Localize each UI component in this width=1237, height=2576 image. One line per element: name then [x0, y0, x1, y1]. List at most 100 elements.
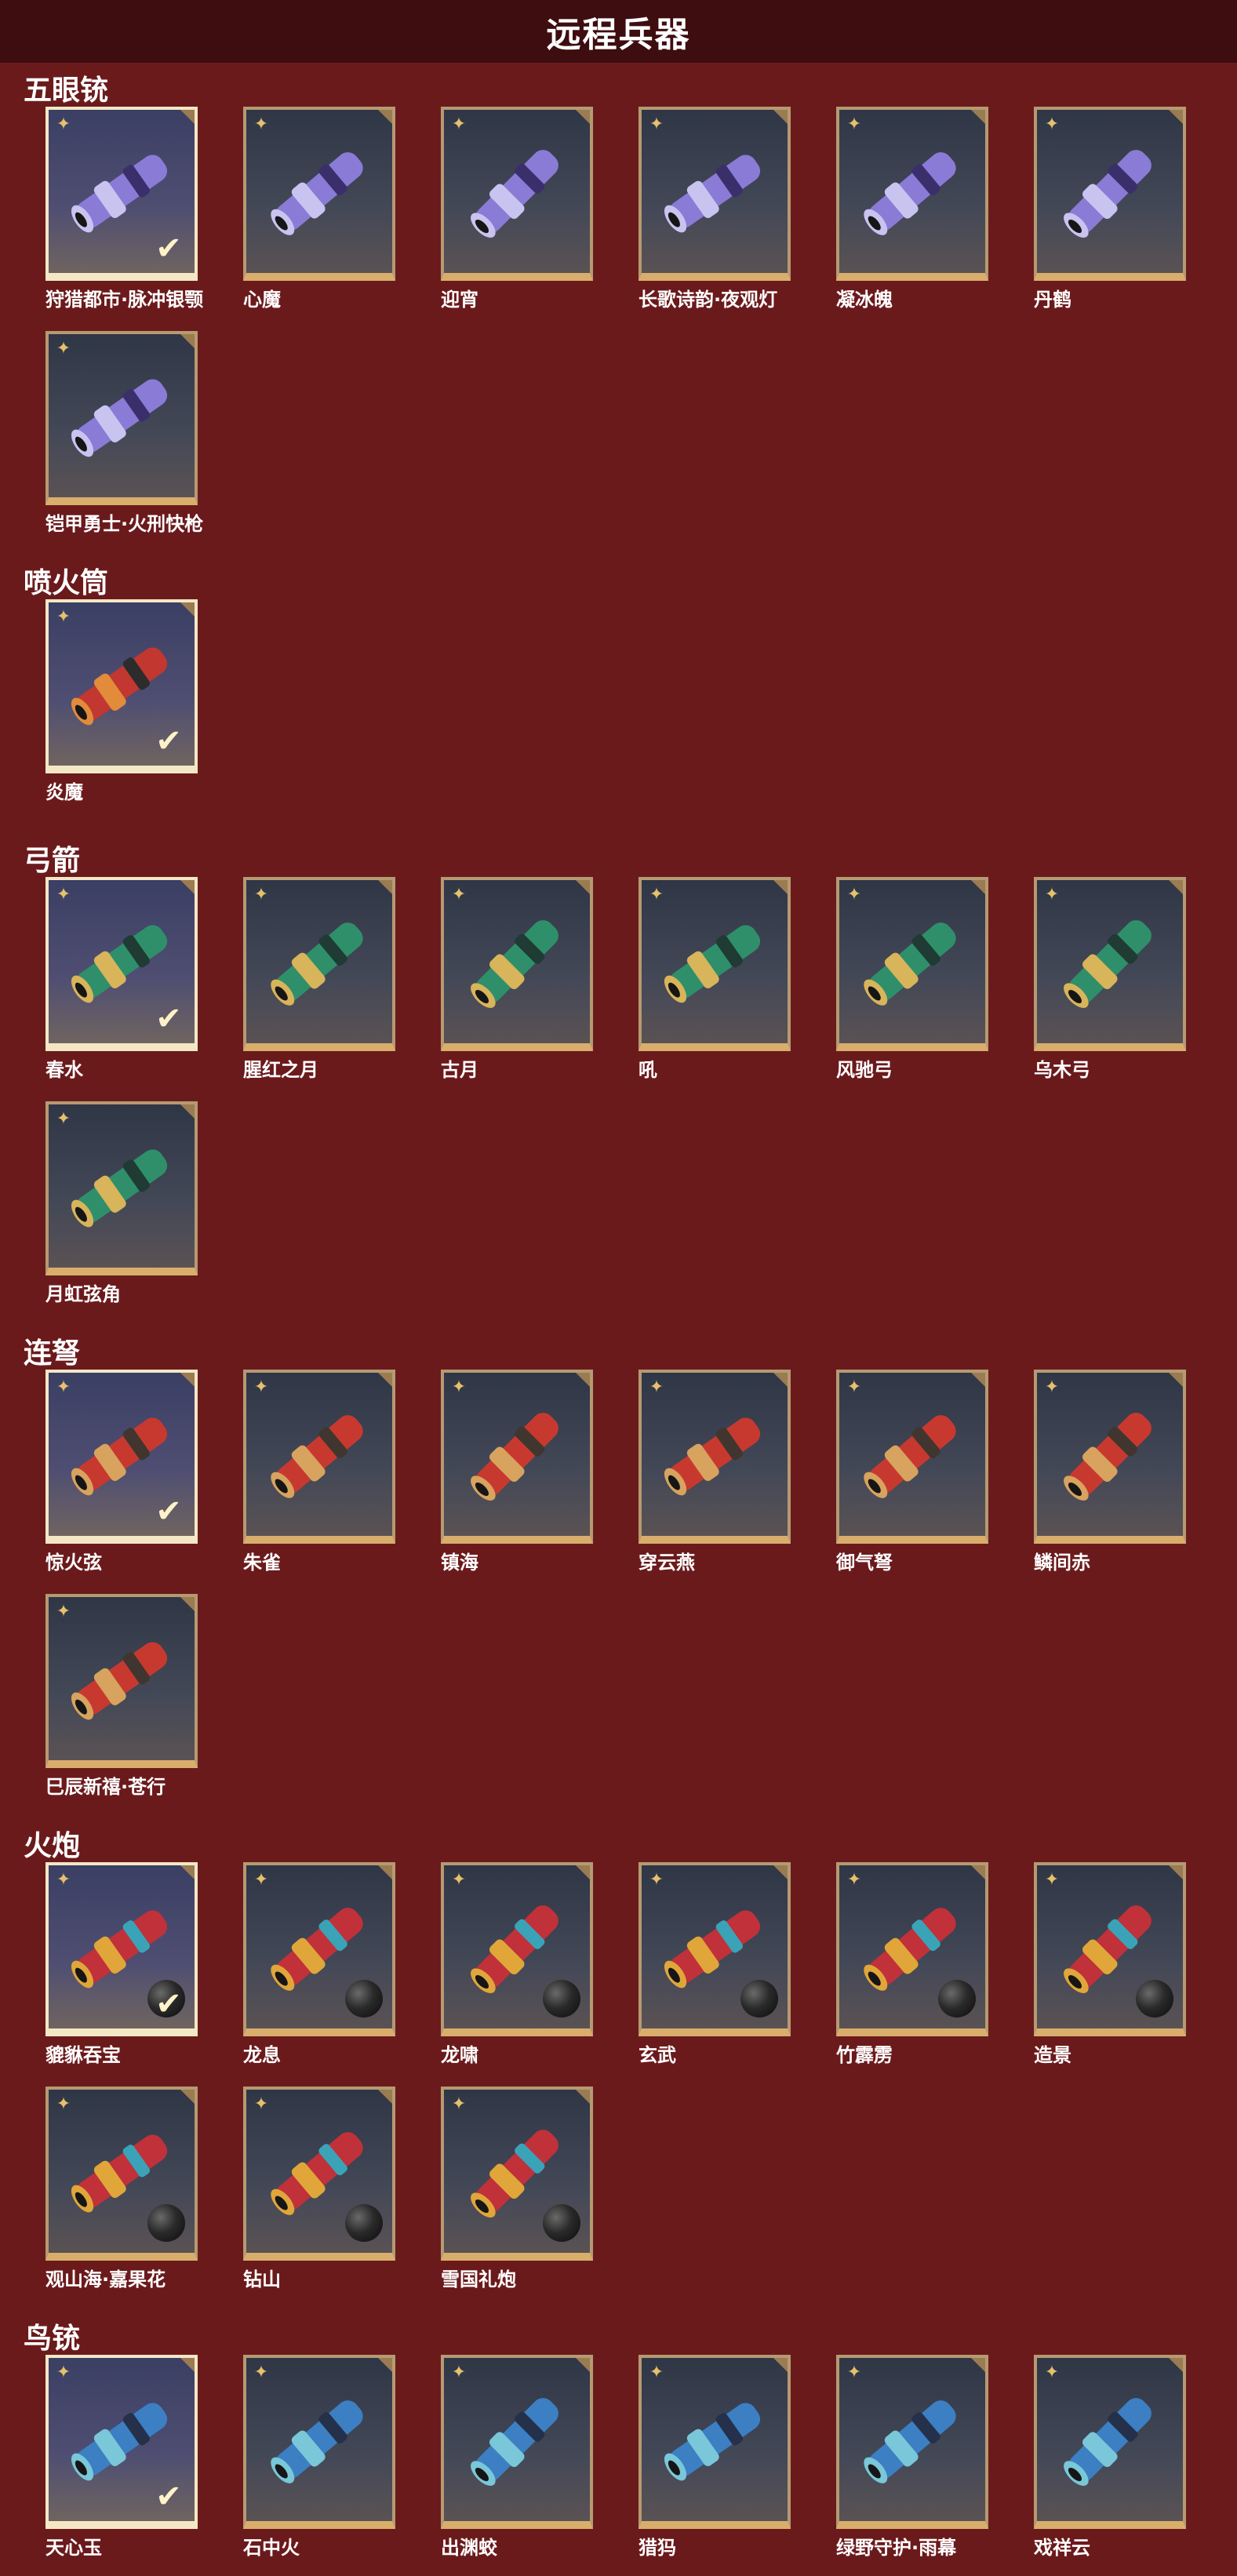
section-title: 火炮 [24, 1830, 81, 1862]
four-point-star-icon: ✦ [1044, 885, 1060, 904]
weapon-card[interactable]: ✦ [639, 2355, 791, 2529]
cannonball-icon [938, 1980, 976, 2018]
corner-tab-icon [1169, 1865, 1183, 1879]
weapon-card[interactable]: ✦ [243, 107, 395, 281]
koi-crossbow-artwork [1045, 1385, 1175, 1523]
weapon-card-frame: ✦ [441, 107, 593, 281]
checkmark-icon: ✔ [155, 2479, 182, 2515]
weapon-card[interactable]: ✦ [836, 1370, 988, 1544]
jade-fish-cannon-artwork [649, 122, 780, 260]
weapon-name: 狩猎都市·脉冲银颚 [45, 289, 204, 311]
corner-tab-icon [576, 880, 590, 894]
weapon-name: 乌木弓 [1034, 1059, 1090, 1081]
weapon-card[interactable]: ✦ [243, 2355, 395, 2529]
red-armor-gun-artwork [56, 347, 187, 485]
four-point-star-icon: ✦ [846, 115, 862, 134]
four-point-star-icon: ✦ [253, 2094, 269, 2114]
weapon-card[interactable]: ✦ [639, 107, 791, 281]
weapon-card[interactable]: ✦ [441, 1370, 593, 1544]
weapon-card[interactable]: ✦ [243, 877, 395, 1051]
corner-tab-icon [576, 2090, 590, 2104]
weapon-name: 观山海·嘉果花 [45, 2269, 166, 2290]
corner-tab-icon [1169, 880, 1183, 894]
weapon-card[interactable]: ✦ [836, 2355, 988, 2529]
weapon-card[interactable]: ✦ [836, 1862, 988, 2036]
weapon-card[interactable]: ✦ [639, 1862, 791, 2036]
crane-cannon-artwork [1045, 122, 1175, 260]
four-point-star-icon: ✦ [56, 115, 71, 134]
corner-tab-icon [1169, 110, 1183, 124]
four-point-star-icon: ✦ [846, 1870, 862, 1890]
four-point-star-icon: ✦ [56, 1109, 71, 1129]
section-title: 五眼铳 [24, 75, 109, 107]
weapon-card[interactable]: ✦ [1034, 1370, 1186, 1544]
cannonball-icon [1136, 1980, 1173, 2018]
weapon-name: 出渊蛟 [441, 2537, 497, 2559]
weapon-card[interactable]: ✦ [1034, 877, 1186, 1051]
weapon-card[interactable]: ✦ [836, 107, 988, 281]
weapon-card-frame: ✦ [243, 2355, 395, 2529]
weapon-card[interactable]: ✦ ✔ [45, 1370, 198, 1544]
corner-tab-icon [180, 2090, 195, 2104]
four-point-star-icon: ✦ [56, 1602, 71, 1621]
snake-crossbow-artwork [56, 1610, 187, 1748]
weapon-name: 凝冰魄 [836, 289, 893, 311]
weapon-card[interactable]: ✦ [639, 1370, 791, 1544]
weapon-name: 天心玉 [45, 2537, 102, 2559]
weapon-card[interactable]: ✦ [243, 1862, 395, 2036]
four-point-star-icon: ✦ [56, 607, 71, 627]
four-point-star-icon: ✦ [846, 885, 862, 904]
weapon-name: 炎魔 [45, 781, 83, 803]
weapon-card[interactable]: ✦ [441, 877, 593, 1051]
section-title: 鸟铳 [24, 2323, 81, 2355]
weapon-card[interactable]: ✦ [441, 1862, 593, 2036]
weapon-card-frame: ✦ ✔ [45, 1370, 198, 1544]
weapon-card[interactable]: ✦ [45, 1594, 198, 1768]
weapon-card-frame: ✦ [243, 877, 395, 1051]
weapon-card[interactable]: ✦ [1034, 1862, 1186, 2036]
weapon-card[interactable]: ✦ ✔ [45, 1862, 198, 2036]
weapon-name: 石中火 [243, 2537, 300, 2559]
weapon-card-frame: ✦ ✔ [45, 877, 198, 1051]
weapon-name: 猎犸 [639, 2537, 676, 2559]
four-point-star-icon: ✦ [253, 115, 269, 134]
weapon-card[interactable]: ✦ [1034, 107, 1186, 281]
weapon-name: 御气弩 [836, 1552, 893, 1574]
weapon-card[interactable]: ✦ [441, 2355, 593, 2529]
corner-tab-icon [773, 1865, 788, 1879]
four-point-star-icon: ✦ [56, 885, 71, 904]
swallow-crossbow-artwork [649, 1385, 780, 1523]
weapon-card[interactable]: ✦ ✔ [45, 2355, 198, 2529]
four-point-star-icon: ✦ [253, 1377, 269, 1397]
weapon-card[interactable]: ✦ [441, 2087, 593, 2261]
steel-bow-artwork [649, 893, 780, 1031]
weapon-card[interactable]: ✦ [441, 107, 593, 281]
weapon-card[interactable]: ✦ [639, 877, 791, 1051]
moon-bow-artwork [56, 1117, 187, 1255]
weapon-card-frame: ✦ [441, 1370, 593, 1544]
weapon-card[interactable]: ✦ [836, 877, 988, 1051]
four-point-star-icon: ✦ [649, 1870, 664, 1890]
weapon-name: 龙息 [243, 2044, 281, 2066]
weapon-card-frame: ✦ [243, 1370, 395, 1544]
weapon-card-frame: ✦ ✔ [45, 599, 198, 773]
weapon-card[interactable]: ✦ [45, 1101, 198, 1275]
weapon-card-frame: ✦ [441, 2087, 593, 2261]
weapon-card-frame: ✦ [1034, 1370, 1186, 1544]
weapon-card[interactable]: ✦ [243, 1370, 395, 1544]
weapon-card[interactable]: ✦ [45, 2087, 198, 2261]
checkmark-icon: ✔ [155, 231, 182, 267]
weapon-card[interactable]: ✦ ✔ [45, 877, 198, 1051]
weapon-card[interactable]: ✦ [243, 2087, 395, 2261]
four-point-star-icon: ✦ [1044, 1377, 1060, 1397]
weapon-card[interactable]: ✦ ✔ [45, 599, 198, 773]
weapon-card[interactable]: ✦ [1034, 2355, 1186, 2529]
page-title: 远程兵器 [546, 15, 691, 55]
weapon-card[interactable]: ✦ ✔ [45, 107, 198, 281]
cannonball-icon [345, 1980, 383, 2018]
corner-tab-icon [180, 334, 195, 348]
weapon-card-frame: ✦ [639, 1370, 791, 1544]
four-point-star-icon: ✦ [451, 1377, 467, 1397]
weapon-card[interactable]: ✦ [45, 331, 198, 505]
four-point-star-icon: ✦ [451, 2094, 467, 2114]
